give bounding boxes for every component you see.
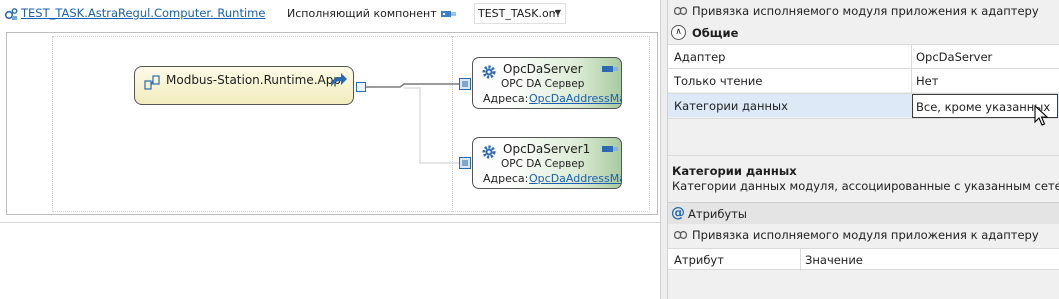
app-icon [144, 75, 160, 90]
category-label: Общие [692, 26, 739, 40]
properties-panel: Привязка исполняемого модуля приложения … [668, 0, 1059, 299]
server-address-label: Адреса: [483, 92, 529, 105]
gear-icon [482, 145, 496, 159]
column-divider [911, 45, 912, 69]
server-address-label: Адреса: [483, 172, 529, 185]
description-text: Категории данных модуля, ассоциированные… [672, 179, 1059, 193]
connection-line-selected [366, 83, 459, 88]
property-name: Категории данных [674, 99, 788, 113]
redirect-arrow-icon[interactable] [328, 71, 348, 89]
column-divider [911, 69, 912, 93]
server-address-link[interactable]: OpcDaAddressMap [529, 92, 621, 105]
adapter-badge-icon [602, 66, 618, 72]
panel-splitter[interactable] [660, 0, 668, 299]
grid-bottom-border [668, 118, 1059, 119]
adapter-badge-icon [602, 146, 618, 152]
attributes-title: Атрибуты [688, 207, 748, 221]
runtime-app-node[interactable]: Modbus-Station.Runtime.App [134, 66, 354, 105]
attributes-binding-title: Привязка исполняемого модуля приложения … [692, 228, 1039, 242]
property-value[interactable]: OpcDaServer [916, 50, 992, 64]
server-type: OPC DA Сервер [501, 78, 585, 90]
attributes-header[interactable]: @ Атрибуты [668, 202, 1059, 224]
binding-header: Привязка исполняемого модуля приложения … [668, 0, 1059, 22]
binding-title: Привязка исполняемого модуля приложения … [692, 4, 1039, 18]
opc-server-node[interactable]: OpcDaServer1 OPC DA Сервер Адреса: OpcDa… [472, 137, 622, 189]
connection-line-secondary [404, 87, 459, 164]
column-header-attribute[interactable]: Атрибут [674, 253, 724, 267]
link-icon [674, 231, 687, 239]
gear-icon [482, 65, 496, 79]
property-name: Только чтение [674, 74, 763, 88]
category-header[interactable]: ∧ Общие [668, 22, 1059, 44]
server-title: OpcDaServer1 [503, 142, 591, 156]
attributes-binding-header: Привязка исполняемого модуля приложения … [668, 224, 1059, 246]
property-value[interactable]: Все, кроме указанных [916, 100, 1050, 114]
column-header-value[interactable]: Значение [805, 253, 863, 267]
property-value[interactable]: Нет [916, 74, 938, 88]
collapse-icon[interactable]: ∧ [671, 25, 686, 40]
server-input-port[interactable] [459, 78, 471, 90]
attributes-table-header: Атрибут Значение [668, 248, 1059, 271]
link-icon [674, 7, 687, 15]
app-output-port[interactable] [356, 82, 366, 92]
at-sign-icon: @ [671, 205, 685, 221]
description-pane: Категории данных Категории данных модуля… [668, 155, 1059, 197]
property-row-data-categories[interactable]: Категории данных Все, кроме указанных [668, 93, 1059, 118]
column-divider[interactable] [800, 249, 801, 271]
description-title: Категории данных [672, 164, 797, 178]
property-row-adapter[interactable]: Адаптер OpcDaServer [668, 44, 1059, 69]
runtime-app-label: Modbus-Station.Runtime.App [166, 73, 341, 87]
property-name: Адаптер [674, 50, 726, 64]
connection-lines [366, 83, 459, 164]
server-input-port[interactable] [459, 157, 471, 169]
server-title: OpcDaServer [503, 62, 583, 76]
mouse-cursor-icon [1034, 105, 1049, 126]
server-type: OPC DA Сервер [501, 158, 585, 170]
property-row-readonly[interactable]: Только чтение Нет [668, 68, 1059, 93]
server-address-link[interactable]: OpcDaAddressMap [529, 172, 621, 185]
opc-server-node[interactable]: OpcDaServer OPC DA Сервер Адреса: OpcDaA… [472, 57, 622, 109]
